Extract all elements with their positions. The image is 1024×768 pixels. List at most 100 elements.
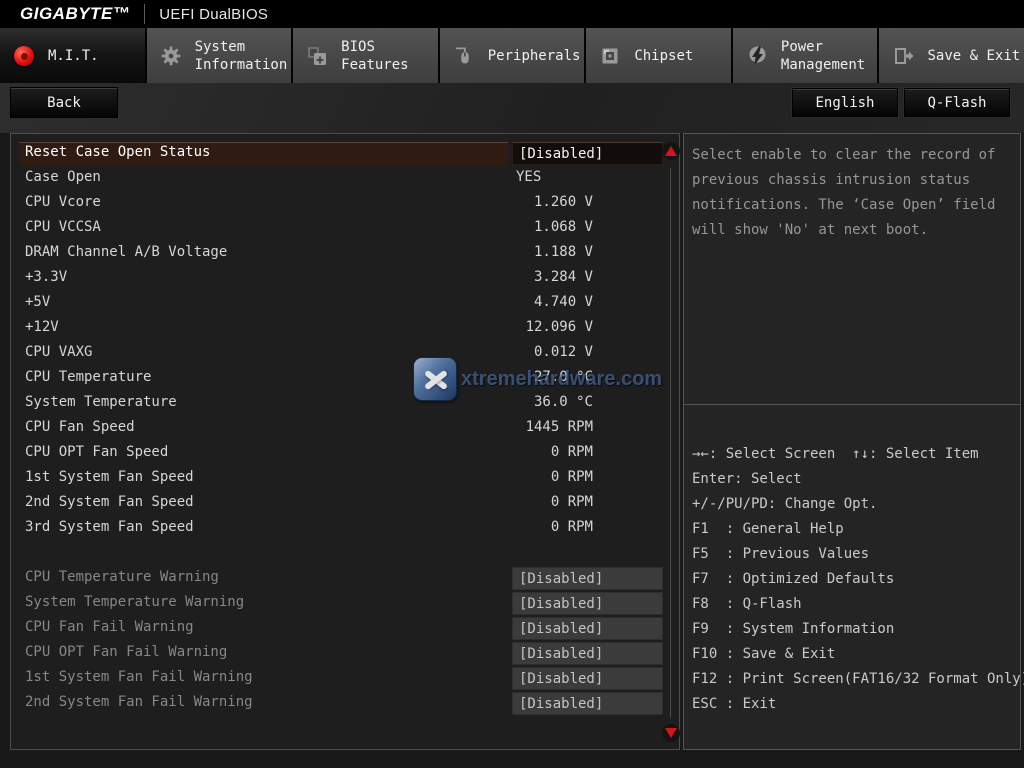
setting-label: CPU VAXG bbox=[25, 344, 92, 360]
setting-value: 0 RPM bbox=[512, 469, 593, 485]
setting-label: 2nd System Fan Speed bbox=[25, 494, 194, 510]
setting-label: CPU Fan Speed bbox=[25, 419, 135, 435]
peripherals-icon bbox=[451, 43, 477, 69]
setting-label: System Temperature Warning bbox=[25, 594, 244, 610]
tab-save-exit[interactable]: Save & Exit bbox=[879, 28, 1024, 83]
key-hint-line: F5 : Previous Values bbox=[692, 542, 1020, 567]
tab-system-information[interactable]: System Information bbox=[147, 28, 292, 83]
setting-row-reset-case-open-status[interactable]: Reset Case Open Status [Disabled] bbox=[11, 141, 679, 166]
setting-label: CPU Temperature Warning bbox=[25, 569, 219, 585]
key-hint-line: →←: Select Screen ↑↓: Select Item bbox=[692, 442, 1020, 467]
setting-row-2nd-system-fan-fail-warning[interactable]: 2nd System Fan Fail Warning [Disabled] bbox=[11, 691, 679, 716]
qflash-button[interactable]: Q-Flash bbox=[904, 88, 1010, 117]
tab-label: System Information bbox=[195, 38, 292, 74]
setting-label: CPU OPT Fan Fail Warning bbox=[25, 644, 227, 660]
key-hints-panel: →←: Select Screen ↑↓: Select ItemEnter: … bbox=[683, 404, 1021, 750]
key-hint-line: F8 : Q-Flash bbox=[692, 592, 1020, 617]
tab-peripherals[interactable]: Peripherals bbox=[440, 28, 585, 83]
setting-row-cpu-temperature-warning[interactable]: CPU Temperature Warning [Disabled] bbox=[11, 566, 679, 591]
setting-label: System Temperature bbox=[25, 394, 177, 410]
tab-label: Peripherals bbox=[488, 47, 581, 65]
setting-value: 0.012 V bbox=[512, 344, 593, 360]
tab-label: Chipset bbox=[634, 47, 693, 65]
setting-label: +12V bbox=[25, 319, 59, 335]
logo-divider bbox=[144, 4, 145, 24]
setting-value: 1.188 V bbox=[512, 244, 593, 260]
setting-label: +3.3V bbox=[25, 269, 67, 285]
setting-row-cpu-fan-speed: CPU Fan Speed 1445 RPM bbox=[11, 416, 679, 441]
setting-value: YES bbox=[516, 169, 541, 185]
key-hint-line: F1 : General Help bbox=[692, 517, 1020, 542]
scroll-up-arrow[interactable] bbox=[662, 142, 680, 160]
key-hint-line: +/-/PU/PD: Change Opt. bbox=[692, 492, 1020, 517]
mit-dot-icon bbox=[11, 43, 37, 69]
gigabyte-logo: GIGABYTE™ bbox=[20, 4, 130, 24]
setting-label: 1st System Fan Speed bbox=[25, 469, 194, 485]
tab-label: Power Management bbox=[781, 38, 878, 74]
setting-row-case-open: Case Open YES bbox=[11, 166, 679, 191]
setting-value: 27.0 °C bbox=[512, 369, 593, 385]
setting-row-3-3v: +3.3V 3.284 V bbox=[11, 266, 679, 291]
key-hint-line: F12 : Print Screen(FAT16/32 Format Only) bbox=[692, 667, 1020, 692]
setting-row-cpu-opt-fan-speed: CPU OPT Fan Speed 0 RPM bbox=[11, 441, 679, 466]
setting-label: DRAM Channel A/B Voltage bbox=[25, 244, 227, 260]
setting-value: 0 RPM bbox=[512, 444, 593, 460]
tab-label: BIOS Features bbox=[341, 38, 438, 74]
setting-label: CPU Fan Fail Warning bbox=[25, 619, 194, 635]
setting-value: 12.096 V bbox=[512, 319, 593, 335]
setting-value[interactable]: [Disabled] bbox=[512, 667, 663, 690]
setting-value[interactable]: [Disabled] bbox=[512, 592, 663, 615]
setting-label: Case Open bbox=[25, 169, 101, 185]
setting-value[interactable]: [Disabled] bbox=[512, 142, 663, 165]
setting-row-3rd-system-fan-speed: 3rd System Fan Speed 0 RPM bbox=[11, 516, 679, 541]
setting-row-cpu-vccsa: CPU VCCSA 1.068 V bbox=[11, 216, 679, 241]
setting-row-cpu-temperature: CPU Temperature 27.0 °C bbox=[11, 366, 679, 391]
setting-row-2nd-system-fan-speed: 2nd System Fan Speed 0 RPM bbox=[11, 491, 679, 516]
save-exit-icon bbox=[890, 43, 916, 69]
setting-value[interactable]: [Disabled] bbox=[512, 567, 663, 590]
setting-value[interactable]: [Disabled] bbox=[512, 642, 663, 665]
setting-value: 0 RPM bbox=[512, 519, 593, 535]
scrollbar-track[interactable] bbox=[670, 168, 671, 718]
tab-power-management[interactable]: Power Management bbox=[733, 28, 878, 83]
down-triangle-icon bbox=[665, 728, 677, 738]
setting-value: 4.740 V bbox=[512, 294, 593, 310]
setting-row-1st-system-fan-fail-warning[interactable]: 1st System Fan Fail Warning [Disabled] bbox=[11, 666, 679, 691]
scroll-down-arrow[interactable] bbox=[662, 724, 680, 742]
uefi-dualbios-title: UEFI DualBIOS bbox=[159, 6, 268, 23]
tab-label: Save & Exit bbox=[927, 47, 1020, 65]
tab-chipset[interactable]: Chipset bbox=[586, 28, 731, 83]
bios-features-icon bbox=[304, 43, 330, 69]
setting-row-dram-channel-a-b-voltage: DRAM Channel A/B Voltage 1.188 V bbox=[11, 241, 679, 266]
language-button[interactable]: English bbox=[792, 88, 898, 117]
setting-value[interactable]: [Disabled] bbox=[512, 692, 663, 715]
setting-value: 0 RPM bbox=[512, 494, 593, 510]
toolbar: Back English Q-Flash bbox=[0, 83, 1024, 133]
tab-bios-features[interactable]: BIOS Features bbox=[293, 28, 438, 83]
help-panel: Select enable to clear the record of pre… bbox=[683, 133, 1021, 405]
chipset-icon bbox=[597, 43, 623, 69]
setting-row-1st-system-fan-speed: 1st System Fan Speed 0 RPM bbox=[11, 466, 679, 491]
setting-label: 3rd System Fan Speed bbox=[25, 519, 194, 535]
up-triangle-icon bbox=[665, 146, 677, 156]
setting-label: 1st System Fan Fail Warning bbox=[25, 669, 253, 685]
setting-value: 1.260 V bbox=[512, 194, 593, 210]
top-bar: GIGABYTE™ UEFI DualBIOS bbox=[0, 0, 1024, 28]
key-hint-line: Enter: Select bbox=[692, 467, 1020, 492]
setting-row-cpu-opt-fan-fail-warning[interactable]: CPU OPT Fan Fail Warning [Disabled] bbox=[11, 641, 679, 666]
setting-row-cpu-fan-fail-warning[interactable]: CPU Fan Fail Warning [Disabled] bbox=[11, 616, 679, 641]
setting-value[interactable]: [Disabled] bbox=[512, 617, 663, 640]
setting-label: CPU Temperature bbox=[25, 369, 151, 385]
setting-row-system-temperature-warning[interactable]: System Temperature Warning [Disabled] bbox=[11, 591, 679, 616]
setting-value: 3.284 V bbox=[512, 269, 593, 285]
back-button[interactable]: Back bbox=[10, 87, 118, 118]
setting-row-12v: +12V 12.096 V bbox=[11, 316, 679, 341]
tab-bar: M.I.T. System Information BIOS Features … bbox=[0, 28, 1024, 83]
settings-panel: Reset Case Open Status [Disabled] Case O… bbox=[10, 133, 680, 750]
setting-value: 1.068 V bbox=[512, 219, 593, 235]
help-text: Select enable to clear the record of pre… bbox=[684, 134, 1020, 252]
key-hint-line: F10 : Save & Exit bbox=[692, 642, 1020, 667]
setting-label: Reset Case Open Status bbox=[25, 144, 210, 160]
setting-row-cpu-vcore: CPU Vcore 1.260 V bbox=[11, 191, 679, 216]
tab-m-i-t[interactable]: M.I.T. bbox=[0, 28, 145, 83]
